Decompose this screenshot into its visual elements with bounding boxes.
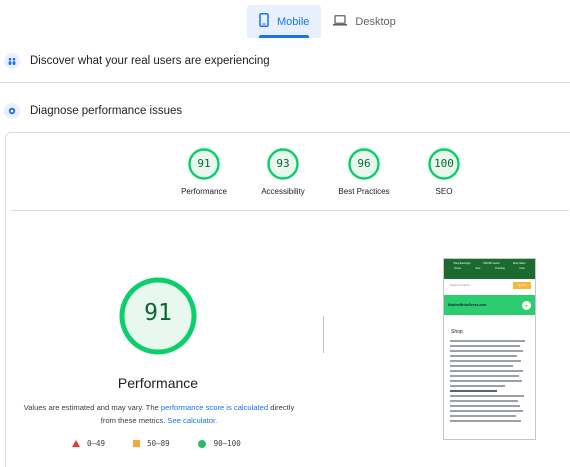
- thumb-search-button: Search: [513, 282, 531, 289]
- legend-average: 50–89: [133, 439, 170, 448]
- thumb-nav-item: Cute: [519, 267, 525, 270]
- gauge-score: 96: [357, 157, 371, 170]
- orange-square-icon: [133, 440, 141, 447]
- thumb-nav-item: Dress: [454, 267, 461, 270]
- score-calculated-link[interactable]: performance score is calculated: [161, 403, 268, 412]
- tab-desktop[interactable]: Desktop: [321, 5, 407, 38]
- gauge-best-practices[interactable]: 96 Best Practices: [324, 147, 404, 196]
- performance-score-large: 91: [144, 300, 172, 326]
- thumb-nav-item: Size: [475, 267, 481, 270]
- thumb-nav: Shop Evenings PAKISH Jeans Shop Skirts D…: [444, 259, 535, 279]
- gauge-score: 100: [434, 157, 454, 170]
- thumb-shop-heading: Shop: [451, 329, 463, 335]
- phone-icon: [259, 13, 269, 30]
- gauge-score: 93: [276, 157, 290, 170]
- gauge-label: SEO: [435, 187, 453, 196]
- thumb-brand-bar: MotherBrideDress.com ●: [444, 295, 535, 315]
- gauge-label: Performance: [181, 187, 227, 196]
- thumb-body-text: [450, 340, 529, 422]
- note-text: Values are estimated and may vary. The: [23, 403, 161, 412]
- thumb-nav-item: Trending: [494, 267, 505, 270]
- vertical-separator: [323, 316, 324, 353]
- gauge-score: 91: [197, 157, 211, 170]
- tab-mobile-label: Mobile: [277, 15, 310, 28]
- gauge-label: Best Practices: [338, 187, 390, 196]
- legend-fail-range: 0–49: [87, 439, 106, 448]
- tab-desktop-label: Desktop: [355, 15, 396, 28]
- section-divider: [0, 82, 570, 83]
- legend-fail: 0–49: [72, 439, 105, 448]
- gauge-label: Accessibility: [261, 187, 305, 196]
- red-triangle-icon: [72, 440, 80, 447]
- score-legend: 0–49 50–89 90–100: [72, 439, 269, 448]
- see-calculator-link[interactable]: See calculator.: [167, 416, 217, 425]
- lab-data-title: Diagnose performance issues: [30, 105, 183, 117]
- score-note: Values are estimated and may vary. The p…: [18, 401, 300, 427]
- gauge-seo[interactable]: 100 SEO: [404, 147, 484, 196]
- lab-data-header[interactable]: Diagnose performance issues: [0, 103, 182, 119]
- thumb-search: Search products... Search: [448, 282, 531, 289]
- legend-pass: 90–100: [197, 439, 241, 448]
- field-data-header[interactable]: Discover what your real users are experi…: [0, 53, 270, 69]
- gauge-accessibility[interactable]: 93 Accessibility: [243, 147, 323, 196]
- cart-icon: ●: [522, 300, 531, 310]
- gauge-performance[interactable]: 91 Performance: [164, 147, 244, 196]
- flask-icon: [4, 103, 20, 119]
- legend-average-range: 50–89: [147, 439, 170, 448]
- thumb-brand-name: MotherBrideDress.com: [448, 303, 487, 307]
- green-circle-icon: [197, 439, 206, 448]
- performance-title: Performance: [117, 375, 199, 391]
- people-icon: [4, 53, 20, 69]
- device-tabs: Mobile Desktop: [247, 5, 408, 38]
- thumb-search-input: Search products...: [448, 282, 513, 289]
- panel-divider: [11, 210, 569, 211]
- category-gauges: 91 Performance 93 Accessibility 96 Best …: [170, 147, 470, 202]
- laptop-icon: [333, 14, 348, 29]
- field-data-title: Discover what your real users are experi…: [30, 55, 270, 67]
- tab-mobile[interactable]: Mobile: [247, 5, 322, 38]
- page-screenshot-thumbnail[interactable]: Shop Evenings PAKISH Jeans Shop Skirts D…: [443, 258, 536, 440]
- legend-pass-range: 90–100: [213, 439, 241, 448]
